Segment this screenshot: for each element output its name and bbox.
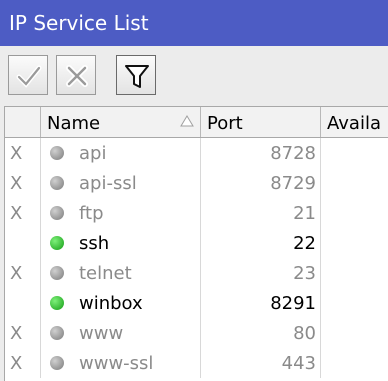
- row-available: [321, 348, 388, 378]
- row-port: 443: [201, 348, 321, 378]
- row-name-label: api-ssl: [79, 173, 137, 194]
- status-dot-icon: [50, 176, 64, 190]
- row-name-label: api: [79, 143, 107, 164]
- status-dot-icon: [50, 356, 64, 370]
- column-header-name[interactable]: Name: [41, 107, 201, 137]
- row-available: [321, 318, 388, 348]
- row-name-label: telnet: [79, 263, 132, 284]
- row-available: [321, 198, 388, 228]
- table-row[interactable]: Xftp 21: [5, 198, 388, 228]
- row-flag: X: [5, 258, 41, 288]
- row-port: 8729: [201, 168, 321, 198]
- column-header-flag[interactable]: [5, 107, 41, 137]
- table-row[interactable]: Xwww-ssl 443: [5, 348, 388, 378]
- column-header-port[interactable]: Port: [201, 107, 321, 137]
- column-header-available[interactable]: Availa: [321, 107, 388, 137]
- row-name: www: [41, 318, 201, 348]
- row-name: www-ssl: [41, 348, 201, 378]
- table-row[interactable]: winbox 8291: [5, 288, 388, 318]
- row-port: 21: [201, 198, 321, 228]
- row-name: winbox: [41, 288, 201, 318]
- table-header: Name Port Availa: [5, 107, 388, 138]
- table-row[interactable]: Xtelnet 23: [5, 258, 388, 288]
- table-row[interactable]: Xapi-ssl 8729: [5, 168, 388, 198]
- row-flag: X: [5, 168, 41, 198]
- row-available: [321, 228, 388, 258]
- row-name-label: www: [79, 323, 124, 344]
- row-flag: X: [5, 138, 41, 168]
- row-flag: [5, 288, 41, 318]
- disable-button[interactable]: [56, 55, 96, 95]
- column-header-name-label: Name: [47, 113, 101, 134]
- row-name-label: ftp: [79, 203, 104, 224]
- row-available: [321, 258, 388, 288]
- row-flag: X: [5, 348, 41, 378]
- row-name-label: ssh: [79, 233, 110, 254]
- status-dot-icon: [50, 236, 64, 250]
- status-dot-icon: [50, 146, 64, 160]
- row-available: [321, 288, 388, 318]
- row-available: [321, 138, 388, 168]
- row-name-label: winbox: [79, 293, 143, 314]
- row-port: 8728: [201, 138, 321, 168]
- x-icon: [66, 65, 88, 87]
- row-name: ssh: [41, 228, 201, 258]
- enable-button[interactable]: [8, 55, 48, 95]
- filter-button[interactable]: [116, 55, 156, 95]
- row-available: [321, 168, 388, 198]
- status-dot-icon: [50, 326, 64, 340]
- row-port: 8291: [201, 288, 321, 318]
- checkmark-icon: [16, 65, 42, 88]
- sort-ascending-icon: [180, 115, 194, 127]
- table-row[interactable]: ssh 22: [5, 228, 388, 258]
- filter-icon: [125, 65, 149, 88]
- row-flag: [5, 228, 41, 258]
- row-flag: X: [5, 318, 41, 348]
- toolbar: [0, 46, 388, 106]
- table-row[interactable]: Xapi 8728: [5, 138, 388, 168]
- row-flag: X: [5, 198, 41, 228]
- window-title: IP Service List: [0, 0, 388, 46]
- status-dot-icon: [50, 266, 64, 280]
- table-row[interactable]: Xwww 80: [5, 318, 388, 348]
- status-dot-icon: [50, 206, 64, 220]
- row-name: api-ssl: [41, 168, 201, 198]
- row-port: 23: [201, 258, 321, 288]
- row-name-label: www-ssl: [79, 353, 154, 374]
- row-name: api: [41, 138, 201, 168]
- row-name: ftp: [41, 198, 201, 228]
- row-name: telnet: [41, 258, 201, 288]
- row-port: 22: [201, 228, 321, 258]
- service-table: Name Port Availa Xapi 8728 Xapi-ssl 8729 Xft…: [4, 106, 388, 381]
- status-dot-icon: [50, 296, 64, 310]
- row-port: 80: [201, 318, 321, 348]
